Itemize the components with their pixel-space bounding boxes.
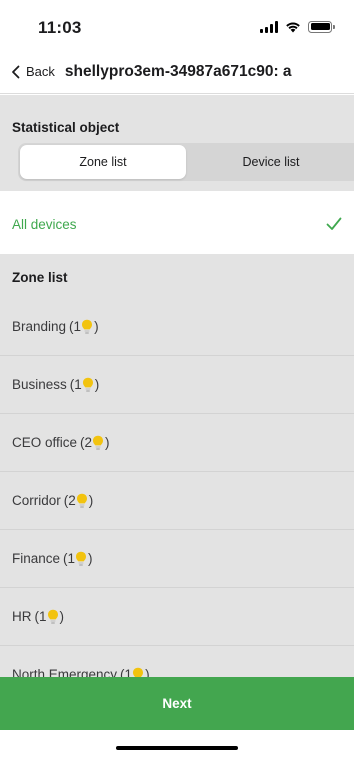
- statistical-object-section: Statistical object Zone list Device list: [0, 95, 354, 191]
- zone-device-count: (1): [63, 551, 93, 566]
- home-indicator: [116, 746, 238, 750]
- zone-device-count: (2): [80, 435, 110, 450]
- statistical-object-header: Statistical object: [12, 120, 120, 135]
- zone-list-item[interactable]: Branding(1): [0, 298, 354, 356]
- back-label: Back: [26, 64, 55, 79]
- status-time: 11:03: [38, 18, 82, 37]
- zone-list-item[interactable]: North Emergency(1): [0, 646, 354, 678]
- page-title: shellypro3em-34987a671c90: a: [64, 62, 292, 80]
- zone-list-header: Zone list: [0, 254, 354, 298]
- zone-count-value: 2: [68, 493, 76, 508]
- statistical-object-segmented-control: Zone list Device list: [18, 143, 354, 181]
- zone-device-count: (1): [69, 377, 100, 392]
- cellular-signal-icon: [260, 20, 278, 33]
- chevron-left-icon: [12, 65, 20, 78]
- zone-list-item[interactable]: Corridor(2): [0, 472, 354, 530]
- bulb-icon: [82, 377, 93, 392]
- zone-device-count: (1): [34, 609, 65, 624]
- status-bar: 11:03: [0, 0, 354, 50]
- zone-count-value: 1: [73, 319, 82, 334]
- zone-name: CEO office: [12, 435, 78, 450]
- zone-device-count: (1): [69, 319, 99, 334]
- zone-list: Branding(1) Business(1) CEO office(2) Corri…: [0, 298, 354, 678]
- zone-name: Corridor: [12, 493, 61, 508]
- zone-count-value: 1: [74, 377, 82, 392]
- status-icons: [260, 20, 335, 33]
- zone-count-value: 2: [84, 435, 93, 450]
- zone-name: HR: [12, 609, 32, 624]
- checkmark-icon: [326, 217, 342, 230]
- zone-count-value: 1: [67, 551, 76, 566]
- bulb-icon: [76, 551, 87, 566]
- bulb-icon: [82, 319, 93, 334]
- zone-list-item[interactable]: Finance(1): [0, 530, 354, 588]
- zone-device-count: (2): [63, 493, 94, 508]
- all-devices-label: All devices: [12, 216, 77, 232]
- navigation-bar: Back shellypro3em-34987a671c90: a: [0, 50, 354, 94]
- back-button[interactable]: Back: [10, 64, 55, 79]
- all-devices-option[interactable]: All devices: [0, 195, 354, 253]
- home-indicator-area: [0, 730, 354, 760]
- bulb-icon: [93, 435, 104, 450]
- zone-list-item[interactable]: HR(1): [0, 588, 354, 646]
- bulb-icon: [76, 493, 87, 508]
- battery-icon: [308, 20, 335, 33]
- zone-list-item[interactable]: Business(1): [0, 356, 354, 414]
- segment-device-list[interactable]: Device list: [188, 143, 354, 181]
- next-button[interactable]: Next: [0, 677, 354, 730]
- zone-count-value: 1: [39, 609, 47, 624]
- zone-name: Business: [12, 377, 67, 392]
- zone-list-item[interactable]: CEO office(2): [0, 414, 354, 472]
- segment-zone-list[interactable]: Zone list: [20, 145, 186, 179]
- zone-name: Finance: [12, 551, 61, 566]
- wifi-icon: [286, 22, 300, 33]
- zone-name: Branding: [12, 319, 67, 334]
- bulb-icon: [47, 609, 58, 624]
- zone-list-header-label: Zone list: [12, 270, 68, 285]
